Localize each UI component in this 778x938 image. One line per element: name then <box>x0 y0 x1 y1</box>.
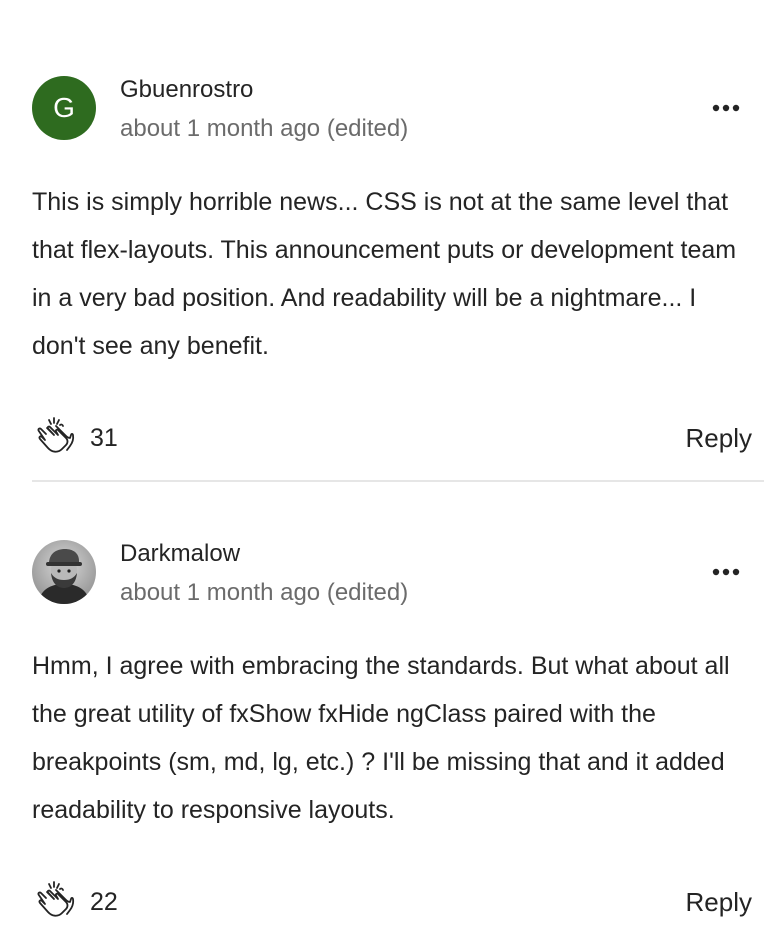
comment-body: Hmm, I agree with embracing the standard… <box>32 652 730 824</box>
author-name[interactable]: Gbuenrostro <box>120 76 253 104</box>
comment-body: This is simply horrible news... CSS is n… <box>32 188 737 360</box>
more-options-button[interactable] <box>710 92 742 124</box>
comment-divider <box>32 480 764 482</box>
clap-button[interactable] <box>32 414 80 462</box>
comment-header: Darkmalow about 1 month ago (edited) <box>32 540 752 606</box>
comment-card: G Gbuenrostro about 1 month ago (edited)… <box>32 76 752 462</box>
more-horizontal-icon <box>712 104 740 112</box>
avatar[interactable]: G <box>32 76 96 140</box>
more-horizontal-icon <box>712 568 740 576</box>
avatar[interactable] <box>32 540 96 604</box>
author-name[interactable]: Darkmalow <box>120 540 240 568</box>
more-options-button[interactable] <box>710 556 742 588</box>
clap-icon <box>37 417 75 453</box>
clap-count: 31 <box>90 424 118 452</box>
clap-icon <box>37 881 75 917</box>
reply-button[interactable]: Reply <box>686 888 752 916</box>
reply-button[interactable]: Reply <box>686 424 752 452</box>
comment-footer: 31 Reply <box>32 414 752 462</box>
comment-timestamp: about 1 month ago (edited) <box>120 579 409 606</box>
comments-page: G Gbuenrostro about 1 month ago (edited)… <box>0 0 778 938</box>
clap-count: 22 <box>90 888 118 916</box>
comment-header: G Gbuenrostro about 1 month ago (edited) <box>32 76 752 142</box>
comment-card: Darkmalow about 1 month ago (edited) Hmm… <box>32 540 752 926</box>
comment-footer: 22 Reply <box>32 878 752 926</box>
comment-timestamp: about 1 month ago (edited) <box>120 115 409 142</box>
user-photo-icon <box>32 540 96 604</box>
clap-button[interactable] <box>32 878 80 926</box>
